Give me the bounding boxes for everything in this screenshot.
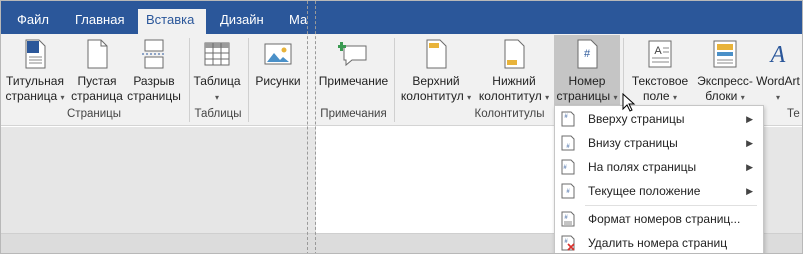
menu-item-remove-page-numbers[interactable]: # Удалить номера страниц (555, 231, 763, 253)
footer-label-1: Нижний (492, 74, 536, 88)
comment-button[interactable]: Примечание (316, 38, 391, 89)
page-break-icon (142, 39, 166, 69)
page-number-label-2: страницы (556, 89, 611, 103)
pane-divider (307, 1, 308, 253)
blank-page-label-2: страница (71, 89, 123, 103)
mouse-cursor-icon (622, 93, 636, 112)
footer-label-2: колонтитул (478, 89, 542, 103)
tab-insert[interactable]: Вставка (138, 9, 206, 34)
menu-item-top-of-page[interactable]: # Вверху страницы ▶ (555, 107, 763, 131)
chevron-down-icon: ▾ (60, 93, 65, 102)
quick-parts-button[interactable]: Экспресс- блоки ▾ (693, 38, 757, 105)
group-label-comments: Примечания (320, 108, 387, 120)
blank-page-label-1: Пустая (77, 74, 117, 88)
chevron-down-icon: ▾ (545, 93, 550, 102)
tab-design[interactable]: Дизайн (212, 9, 272, 34)
word-window: Файл Главная Вставка Дизайн Ма Титульная… (0, 0, 803, 254)
menu-item-label: На полях страницы (588, 160, 697, 174)
title-page-label-2: страница (5, 89, 58, 103)
chevron-right-icon: ▶ (746, 162, 753, 172)
blank-page-button[interactable]: Пустая страница (71, 38, 123, 104)
group-label-tables: Таблицы (194, 108, 242, 120)
wordart-label: WordArt (756, 74, 800, 88)
page-margin-icon: # (561, 159, 575, 175)
title-page-icon (25, 39, 46, 69)
menu-item-format-page-numbers[interactable]: # Формат номеров страниц... (555, 207, 763, 231)
chevron-right-icon: ▶ (746, 138, 753, 148)
group-divider (394, 38, 395, 122)
menu-item-page-margins[interactable]: # На полях страницы ▶ (555, 155, 763, 179)
page-number-label-1: Номер (568, 74, 606, 88)
page-top-icon: # (561, 111, 575, 127)
menu-item-label: Текущее положение (588, 184, 701, 198)
blank-page-icon (87, 39, 108, 69)
menu-separator (585, 205, 757, 206)
chevron-down-icon: ▾ (467, 93, 472, 102)
title-page-label-1: Титульная (6, 74, 64, 88)
text-box-icon: A (648, 40, 672, 68)
chevron-down-icon: ▾ (214, 93, 219, 102)
page-break-label-1: Разрыв (133, 74, 175, 88)
group-label-pages: Страницы (67, 108, 121, 120)
footer-button[interactable]: Нижний колонтитул ▾ (476, 38, 552, 105)
svg-text:A: A (654, 45, 662, 57)
ribbon-tab-bar: Файл Главная Вставка Дизайн Ма (1, 1, 802, 34)
svg-text:A: A (769, 42, 786, 68)
group-divider (248, 38, 249, 122)
page-bottom-icon: # (561, 135, 575, 151)
wordart-icon: A (769, 42, 786, 68)
current-position-icon: # (561, 183, 575, 199)
page-break-button[interactable]: Разрыв страницы (125, 38, 183, 104)
table-icon (204, 42, 230, 66)
header-label-2: колонтитул (400, 89, 464, 103)
text-box-button[interactable]: A Текстовое поле ▾ (627, 38, 693, 105)
format-page-numbers-icon: # (561, 211, 575, 227)
chevron-down-icon: ▾ (775, 93, 780, 102)
menu-item-label: Внизу страницы (588, 136, 678, 150)
menu-item-current-position[interactable]: # Текущее положение ▶ (555, 179, 763, 203)
page-number-menu: # Вверху страницы ▶ # Внизу страницы ▶ #… (554, 105, 764, 253)
footer-icon (504, 39, 525, 69)
menu-item-label: Удалить номера страниц (588, 236, 728, 250)
menu-item-label: Формат номеров страниц... (588, 212, 741, 226)
svg-text:#: # (584, 48, 591, 60)
text-box-label-1: Текстовое (631, 74, 689, 88)
quick-parts-label-1: Экспресс- (697, 74, 753, 88)
pane-divider (315, 1, 316, 253)
wordart-button[interactable]: A WordArt ▾ (755, 38, 801, 105)
comment-icon (337, 42, 366, 67)
pictures-label: Рисунки (255, 74, 301, 88)
text-box-label-2: поле (643, 89, 670, 103)
menu-item-bottom-of-page[interactable]: # Внизу страницы ▶ (555, 131, 763, 155)
title-page-button[interactable]: Титульная страница ▾ (4, 38, 66, 105)
chevron-right-icon: ▶ (746, 114, 753, 124)
comment-label: Примечание (318, 74, 389, 88)
tab-home[interactable]: Главная (67, 9, 132, 34)
pictures-icon (264, 43, 292, 65)
table-button[interactable]: Таблица ▾ (191, 38, 243, 105)
menu-item-label: Вверху страницы (588, 112, 685, 126)
quick-parts-icon (713, 40, 737, 68)
page-break-label-2: страницы (127, 89, 181, 103)
chevron-right-icon: ▶ (746, 186, 753, 196)
quick-parts-label-2: блоки (705, 89, 738, 103)
chevron-down-icon: ▾ (740, 93, 745, 102)
group-label-text-partial: Те (787, 108, 800, 120)
pictures-button[interactable]: Рисунки (253, 38, 303, 89)
page-number-icon: # (577, 39, 598, 69)
chevron-down-icon: ▾ (672, 93, 677, 102)
chevron-down-icon: ▾ (613, 93, 618, 102)
tab-file[interactable]: Файл (9, 9, 57, 34)
header-label-1: Верхний (412, 74, 460, 88)
tab-layout-partial[interactable]: Ма (281, 9, 315, 34)
page-number-button[interactable]: # Номер страницы ▾ (554, 35, 620, 105)
remove-page-numbers-icon: # (561, 235, 575, 251)
header-icon (426, 39, 447, 69)
header-button[interactable]: Верхний колонтитул ▾ (399, 38, 473, 105)
table-label: Таблица (193, 74, 241, 88)
